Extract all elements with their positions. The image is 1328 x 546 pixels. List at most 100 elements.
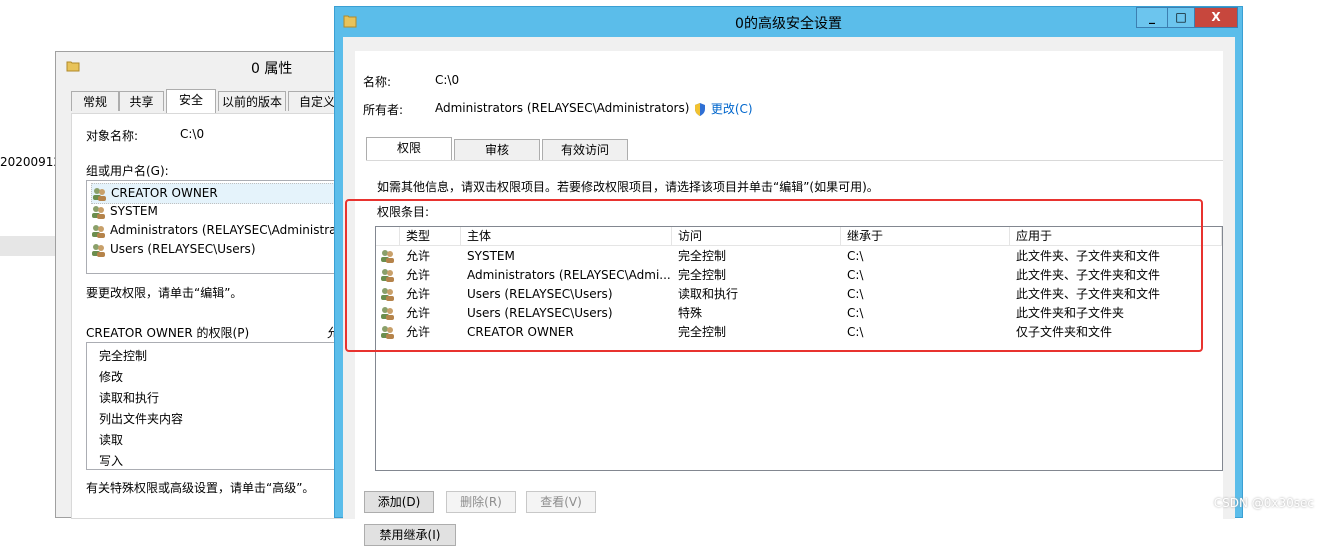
view-button[interactable]: 查看(V) xyxy=(526,491,596,513)
security-panel: 对象名称: C:\0 组或用户名(G): CREATOR OWNER SYSTE… xyxy=(71,113,348,519)
users-icon xyxy=(93,187,106,201)
desktop-file-label[interactable]: 20200912 xyxy=(0,155,61,169)
cell-access: 完全控制 xyxy=(678,268,727,282)
cell-inherited-from: C:\ xyxy=(847,325,864,339)
users-icon xyxy=(92,224,105,238)
table-row[interactable]: 允许 Users (RELAYSEC\Users) 读取和执行 C:\ 此文件夹、子文件… xyxy=(376,285,1222,304)
tab-effective-access[interactable]: 有效访问 xyxy=(542,139,628,160)
cell-applies-to: 此文件夹、子文件夹和文件 xyxy=(1016,287,1161,301)
column-header-type[interactable]: 类型 xyxy=(400,227,461,245)
cell-principal: SYSTEM xyxy=(467,249,515,263)
name-label: 名称: xyxy=(363,75,392,89)
permissions-listbox[interactable]: 完全控制 修改 读取和执行 列出文件夹内容 读取 写入 xyxy=(86,342,348,470)
tab-permissions[interactable]: 权限 xyxy=(366,137,452,160)
list-item[interactable]: Users (RELAYSEC\Users) xyxy=(91,240,256,259)
list-item[interactable]: Administrators (RELAYSEC\Administrato xyxy=(91,221,348,240)
maximize-button[interactable]: □ xyxy=(1167,7,1195,28)
cell-access: 读取和执行 xyxy=(678,287,739,301)
change-owner-link[interactable]: 更改(C) xyxy=(693,100,753,117)
cell-type: 允许 xyxy=(406,287,431,301)
cell-inherited-from: C:\ xyxy=(847,287,864,301)
properties-titlebar[interactable]: 0 属性 xyxy=(56,52,344,82)
users-icon xyxy=(381,326,394,339)
change-hint: 要更改权限，请单击“编辑”。 xyxy=(86,286,243,300)
column-header-principal[interactable]: 主体 xyxy=(461,227,672,245)
close-button[interactable]: X xyxy=(1194,7,1238,28)
table-row[interactable]: 允许 Administrators (RELAYSEC\Admi... 完全控制 C:… xyxy=(376,266,1222,285)
uac-shield-icon xyxy=(695,103,705,116)
list-item[interactable]: SYSTEM xyxy=(91,202,158,221)
group-name: SYSTEM xyxy=(110,204,158,218)
entries-label: 权限条目: xyxy=(377,205,430,219)
folder-icon xyxy=(66,61,80,72)
list-item: 读取 xyxy=(99,433,124,447)
cell-access: 特殊 xyxy=(678,306,703,320)
cell-principal: CREATOR OWNER xyxy=(467,325,574,339)
content-panel: 名称: C:\0 所有者: Administrators (RELAYSEC\A… xyxy=(355,51,1223,546)
tab-auditing[interactable]: 审核 xyxy=(454,139,540,160)
disable-inheritance-button[interactable]: 禁用继承(I) xyxy=(364,524,456,546)
owner-label: 所有者: xyxy=(363,103,404,117)
users-icon xyxy=(381,307,394,320)
cell-access: 完全控制 xyxy=(678,325,727,339)
cell-type: 允许 xyxy=(406,306,431,320)
table-row[interactable]: 允许 CREATOR OWNER 完全控制 C:\ 仅子文件夹和文件 xyxy=(376,323,1222,342)
users-icon xyxy=(92,243,105,257)
watermark: CSDN @0x30sec xyxy=(1213,496,1314,510)
group-name: Users (RELAYSEC\Users) xyxy=(110,242,256,256)
list-item: 修改 xyxy=(99,370,124,384)
object-name-label: 对象名称: xyxy=(86,129,139,143)
list-item: 完全控制 xyxy=(99,349,148,363)
cell-inherited-from: C:\ xyxy=(847,306,864,320)
group-name: CREATOR OWNER xyxy=(111,186,218,200)
properties-title: 0 属性 xyxy=(251,61,293,77)
window-client: 名称: C:\0 所有者: Administrators (RELAYSEC\A… xyxy=(343,37,1235,546)
tab-general[interactable]: 常规 xyxy=(71,91,119,111)
list-item: 列出文件夹内容 xyxy=(99,412,184,426)
cell-access: 完全控制 xyxy=(678,249,727,263)
column-header-inherited-from[interactable]: 继承于 xyxy=(841,227,1010,245)
cell-inherited-from: C:\ xyxy=(847,249,864,263)
tab-previous-versions[interactable]: 以前的版本 xyxy=(218,91,286,111)
cell-applies-to: 此文件夹和子文件夹 xyxy=(1016,306,1125,320)
tab-divider xyxy=(366,160,1223,161)
group-label: 组或用户名(G): xyxy=(86,164,169,178)
group-name: Administrators (RELAYSEC\Administrato xyxy=(110,223,348,237)
minimize-button[interactable]: _ xyxy=(1136,7,1168,28)
users-icon xyxy=(92,205,105,219)
table-row[interactable]: 允许 SYSTEM 完全控制 C:\ 此文件夹、子文件夹和文件 xyxy=(376,247,1222,266)
permission-entries-table[interactable]: 类型 主体 访问 继承于 应用于 允许 SYSTEM 完全控制 C:\ 此文件夹、子文件… xyxy=(375,226,1223,471)
table-row[interactable]: 允许 Users (RELAYSEC\Users) 特殊 C:\ 此文件夹和子文件夹 xyxy=(376,304,1222,323)
cell-inherited-from: C:\ xyxy=(847,268,864,282)
change-link-text[interactable]: 更改(C) xyxy=(711,102,753,116)
add-button[interactable]: 添加(D) xyxy=(364,491,434,513)
object-name-value: C:\0 xyxy=(180,127,205,141)
column-header-icon xyxy=(376,227,400,245)
column-header-access[interactable]: 访问 xyxy=(672,227,841,245)
advanced-hint: 有关特殊权限或高级设置，请单击“高级”。 xyxy=(86,481,315,495)
tab-sharing[interactable]: 共享 xyxy=(119,91,164,111)
column-header-applies-to[interactable]: 应用于 xyxy=(1010,227,1222,245)
list-item[interactable]: CREATOR OWNER xyxy=(91,183,343,204)
info-text: 如需其他信息，请双击权限项目。若要修改权限项目，请选择该项目并单击“编辑”(如果… xyxy=(377,180,879,194)
cell-principal: Users (RELAYSEC\Users) xyxy=(467,306,613,320)
cell-type: 允许 xyxy=(406,325,431,339)
remove-button[interactable]: 删除(R) xyxy=(446,491,516,513)
cell-applies-to: 此文件夹、子文件夹和文件 xyxy=(1016,268,1161,282)
users-icon xyxy=(381,288,394,301)
cell-type: 允许 xyxy=(406,268,431,282)
advanced-security-window: 0的高级安全设置 _ □ X 名称: C:\0 所有者: Administrat… xyxy=(334,6,1243,546)
users-icon xyxy=(381,269,394,282)
list-item: 写入 xyxy=(99,454,124,468)
users-icon xyxy=(381,250,394,263)
desktop-selection-strip xyxy=(0,236,56,256)
window-title: 0的高级安全设置 xyxy=(735,16,842,32)
permissions-label: CREATOR OWNER 的权限(P) xyxy=(86,326,250,340)
properties-window: 0 属性 常规 共享 安全 以前的版本 自定义 对象名称: C:\0 组或用户名… xyxy=(55,51,348,519)
cell-type: 允许 xyxy=(406,249,431,263)
cell-principal: Users (RELAYSEC\Users) xyxy=(467,287,613,301)
cell-principal: Administrators (RELAYSEC\Admi... xyxy=(467,268,671,282)
group-listbox[interactable]: CREATOR OWNER SYSTEM Administrators (REL… xyxy=(86,180,348,274)
list-item: 读取和执行 xyxy=(99,391,160,405)
tab-security[interactable]: 安全 xyxy=(166,89,216,113)
